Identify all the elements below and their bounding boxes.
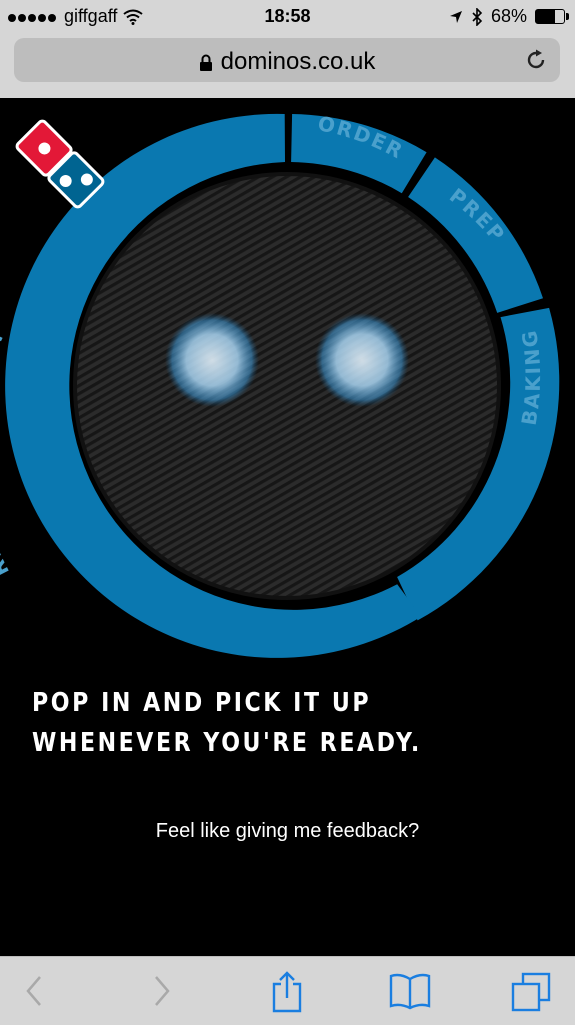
- bluetooth-icon: [472, 7, 483, 26]
- status-bar: giffgaff 18:58 68%: [0, 0, 575, 34]
- feedback-link[interactable]: Feel like giving me feedback?: [0, 820, 575, 843]
- battery-icon: [535, 9, 569, 24]
- location-arrow-icon: [449, 10, 462, 23]
- back-icon[interactable]: [22, 971, 46, 1011]
- lock-icon: [199, 54, 212, 71]
- left-eye: [165, 313, 259, 407]
- address-bar[interactable]: dominos.co.uk: [14, 38, 560, 82]
- bookmarks-icon[interactable]: [388, 971, 432, 1011]
- dominos-logo: [15, 119, 105, 209]
- battery-percent: 68%: [490, 6, 527, 26]
- reload-icon[interactable]: [524, 48, 548, 72]
- pizza-tracker: ORDER PREP BAKING READY TO COLLECT POP I…: [0, 98, 575, 956]
- right-eye: [315, 313, 409, 407]
- tracker-face: [73, 172, 501, 600]
- url-text: dominos.co.uk: [220, 48, 376, 75]
- browser-chrome: dominos.co.uk: [0, 34, 575, 98]
- share-icon[interactable]: [270, 971, 304, 1013]
- browser-toolbar: [0, 956, 575, 1025]
- forward-icon[interactable]: [150, 971, 174, 1011]
- tabs-icon[interactable]: [510, 971, 552, 1013]
- status-headline: POP IN AND PICK IT UP WHENEVER YOU'RE RE…: [32, 688, 422, 758]
